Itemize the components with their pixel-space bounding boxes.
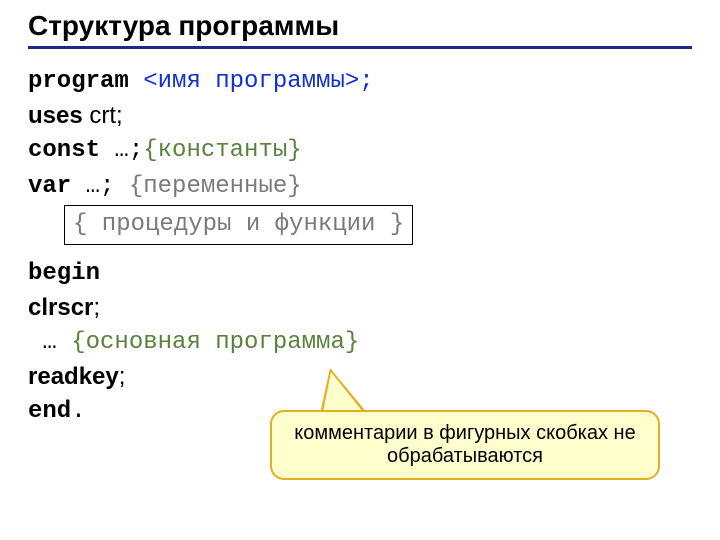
- clrscr-semi: ;: [93, 294, 100, 321]
- uses-value: crt;: [83, 102, 123, 129]
- keyword-uses: uses: [28, 102, 83, 129]
- comment-procedures: { процедуры и функции }: [64, 205, 413, 245]
- keyword-program: program: [28, 68, 129, 95]
- callout: комментарии в фигурных скобках не обраба…: [270, 410, 660, 480]
- code-line-begin: begin: [28, 255, 692, 291]
- callout-line-2: обрабатываются: [286, 445, 644, 468]
- readkey-semi: ;: [119, 363, 126, 390]
- keyword-readkey: readkey: [28, 363, 119, 390]
- code-line-program: program <имя программы>;: [28, 63, 692, 99]
- comment-var: {переменные}: [129, 173, 302, 200]
- const-rest: …;: [100, 137, 143, 164]
- keyword-clrscr: clrscr: [28, 294, 93, 321]
- keyword-var: var: [28, 173, 71, 200]
- comment-const: {константы}: [143, 137, 301, 164]
- comment-main: {основная программа}: [71, 329, 359, 356]
- callout-line-1: комментарии в фигурных скобках не: [286, 422, 644, 445]
- code-line-main: … {основная программа}: [28, 324, 692, 360]
- keyword-const: const: [28, 137, 100, 164]
- slide-title: Структура программы: [28, 10, 692, 49]
- code-line-clrscr: clrscr;: [28, 291, 692, 325]
- code-line-const: const …;{константы}: [28, 132, 692, 168]
- code-line-uses: uses crt;: [28, 99, 692, 133]
- main-prefix: …: [28, 329, 71, 356]
- placeholder-program-name: <имя программы>;: [129, 68, 374, 95]
- spacer: [28, 245, 692, 255]
- callout-body: комментарии в фигурных скобках не обраба…: [270, 410, 660, 480]
- code-line-var: var …; {переменные}: [28, 168, 692, 204]
- var-rest: …;: [71, 173, 129, 200]
- keyword-begin: begin: [28, 260, 100, 287]
- slide: Структура программы program <имя програм…: [0, 0, 720, 540]
- keyword-end: end: [28, 398, 71, 425]
- procedures-box-line: { процедуры и функции }: [28, 203, 692, 245]
- end-dot: .: [71, 398, 85, 425]
